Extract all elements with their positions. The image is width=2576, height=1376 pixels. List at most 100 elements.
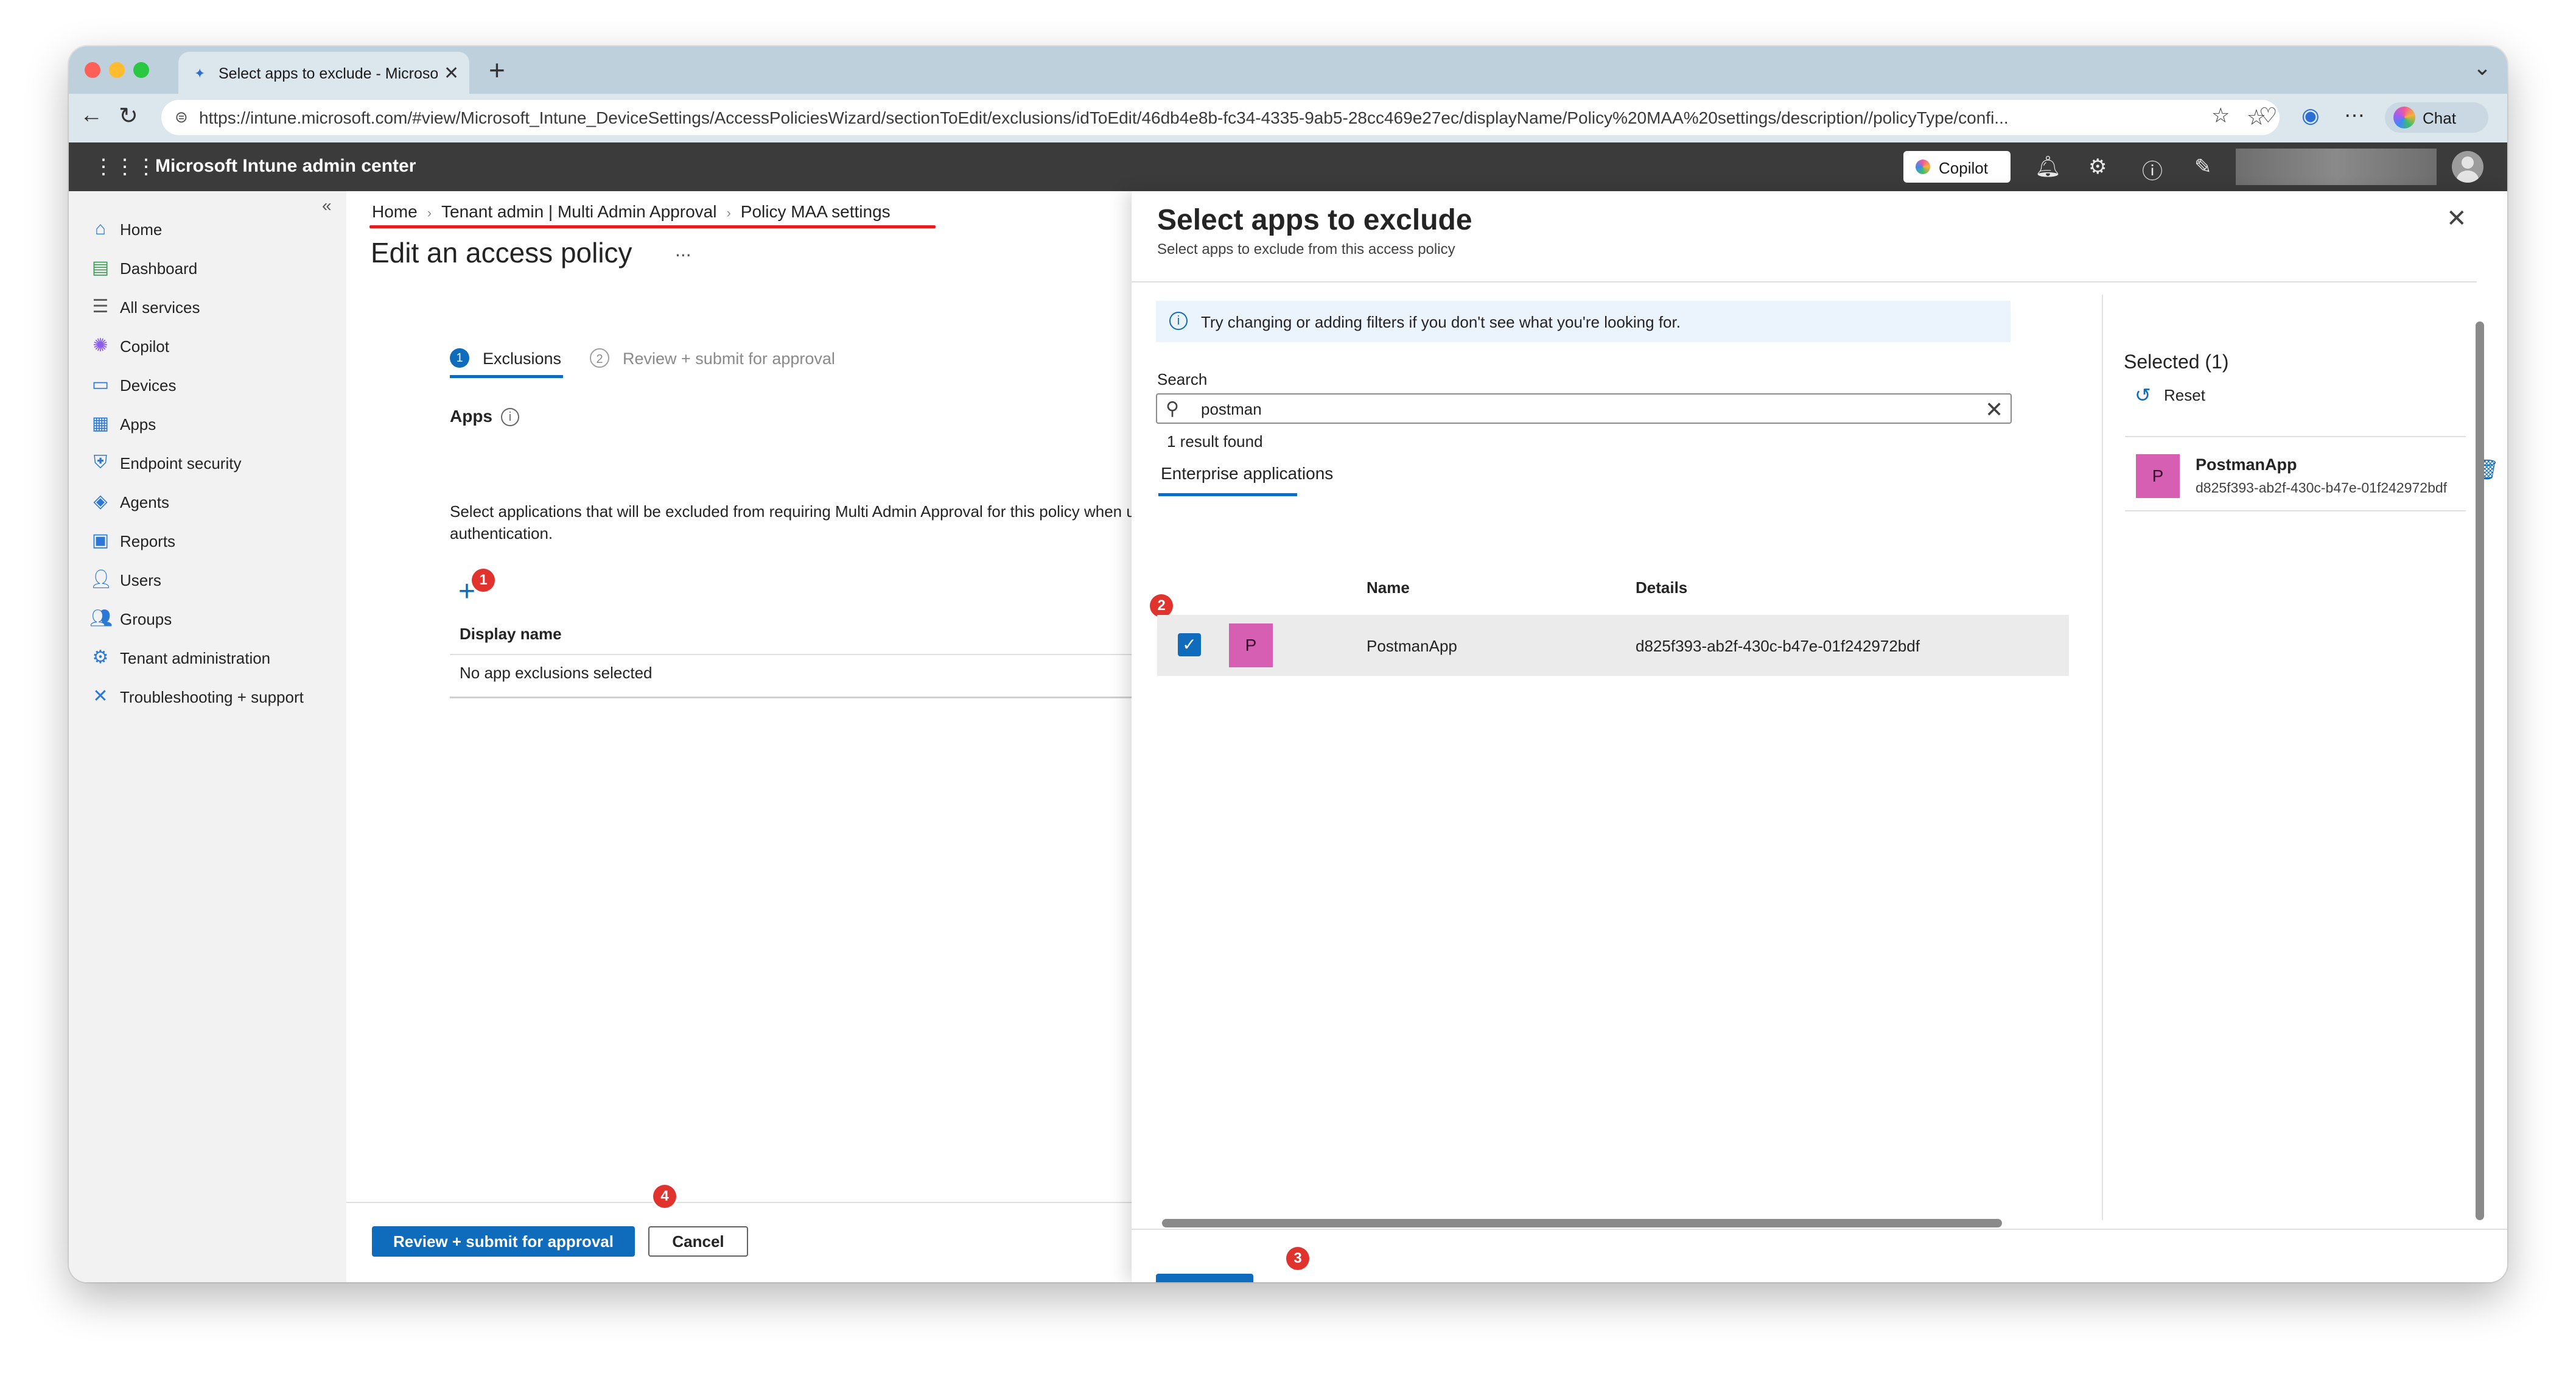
divider <box>450 654 1205 655</box>
feedback-icon[interactable]: ✎ <box>2194 155 2212 179</box>
info-icon[interactable]: i <box>501 408 519 426</box>
groups-icon: 👥︎ <box>89 608 113 628</box>
divider <box>1132 1229 2507 1230</box>
selected-app-name: PostmanApp <box>2196 455 2297 474</box>
sidebar-item-endpoint-security[interactable]: ⛨ Endpoint security <box>89 444 333 479</box>
main-content: Home › Tenant admin | Multi Admin Approval… <box>346 191 1205 1282</box>
review-submit-button[interactable]: Review + submit for approval <box>372 1226 635 1257</box>
apps-section-label: Apps <box>450 407 492 426</box>
vertical-scrollbar[interactable] <box>2476 321 2484 1220</box>
search-input[interactable] <box>1201 399 1931 419</box>
avatar[interactable] <box>2452 151 2483 183</box>
notifications-bell-icon[interactable]: 🔔︎ <box>2035 155 2061 179</box>
column-header-details[interactable]: Details <box>1636 578 1687 597</box>
site-info-icon[interactable]: ⊜ <box>175 108 193 126</box>
breadcrumb-policy[interactable]: Policy MAA settings <box>741 202 891 222</box>
column-header-display-name[interactable]: Display name <box>460 625 562 644</box>
browser-essentials-icon[interactable]: ♡ <box>2259 104 2277 128</box>
tab-enterprise-applications[interactable]: Enterprise applications <box>1161 464 1333 483</box>
close-window-button[interactable] <box>85 62 100 78</box>
apps-grid-icon: ▦ <box>91 413 110 434</box>
column-header-name[interactable]: Name <box>1367 578 1410 597</box>
divider <box>450 697 1205 698</box>
sidebar-item-label: Apps <box>120 415 156 434</box>
close-tab-icon[interactable]: ✕ <box>444 63 459 84</box>
select-button[interactable]: Select <box>1156 1274 1253 1282</box>
address-field[interactable]: ⊜ https://intune.microsoft.com/#view/Mic… <box>161 100 2280 135</box>
sidebar-item-label: Endpoint security <box>120 454 242 472</box>
tab-list-chevron-icon[interactable]: ⌄ <box>2473 55 2491 80</box>
sidebar-item-home[interactable]: ⌂ Home <box>89 211 333 245</box>
sidebar-item-label: Troubleshooting + support <box>120 688 304 706</box>
reset-button[interactable]: ↺ Reset <box>2135 384 2220 408</box>
step-marker-3: 3 <box>1286 1247 1309 1270</box>
tab-exclusions[interactable]: 1 Exclusions <box>450 342 584 378</box>
app-name: PostmanApp <box>1367 637 1457 655</box>
breadcrumb: Home › Tenant admin | Multi Admin Approval… <box>372 202 891 222</box>
breadcrumb-highlight-underline <box>369 225 936 228</box>
sidebar-item-all-services[interactable]: ☰ All services <box>89 289 333 323</box>
row-checkbox[interactable]: ✓ <box>1178 633 1201 656</box>
sidebar-item-dashboard[interactable]: ▤ Dashboard <box>89 250 333 284</box>
sidebar-item-label: Tenant administration <box>120 649 271 667</box>
tab-bar: ✦ Select apps to exclude - Microsoft Int… <box>69 46 2507 94</box>
account-info-redacted[interactable] <box>2236 149 2437 185</box>
extension-icon[interactable]: ◉ <box>2301 104 2320 128</box>
search-box[interactable]: ⚲ ✕ <box>1156 393 2012 424</box>
table-row[interactable]: ✓ P PostmanApp d825f393-ab2f-430c-b47e-0… <box>1157 615 2069 676</box>
sidebar-item-users[interactable]: 👤︎ Users <box>89 561 333 595</box>
sidebar-item-apps[interactable]: ▦ Apps <box>89 405 333 440</box>
sidebar-item-label: Home <box>120 220 163 239</box>
clear-search-icon[interactable]: ✕ <box>1985 397 2003 423</box>
breadcrumb-multi-admin-approval[interactable]: Tenant admin | Multi Admin Approval <box>441 202 716 222</box>
more-options-icon[interactable]: ⋯ <box>2344 104 2365 128</box>
new-tab-icon[interactable]: + <box>489 54 505 86</box>
minimize-window-button[interactable] <box>109 62 125 78</box>
sidebar-item-groups[interactable]: 👥︎ Groups <box>89 600 333 634</box>
copilot-label: Copilot <box>1939 159 1988 177</box>
sidebar-item-agents[interactable]: ◈ Agents <box>89 483 333 518</box>
chat-button[interactable]: Chat <box>2385 102 2488 133</box>
app-launcher-icon[interactable]: ⋮⋮⋮ <box>93 155 157 179</box>
devices-icon: ▭ <box>91 374 110 395</box>
portal-title[interactable]: Microsoft Intune admin center <box>155 156 416 177</box>
user-icon: 👤︎ <box>89 569 113 589</box>
sidebar-item-troubleshooting[interactable]: ✕ Troubleshooting + support <box>89 678 333 712</box>
browser-tab[interactable]: ✦ Select apps to exclude - Microsoft Int… <box>178 52 469 94</box>
horizontal-scrollbar[interactable] <box>1162 1219 2002 1227</box>
empty-state-row: No app exclusions selected <box>460 664 653 682</box>
sidebar-item-devices[interactable]: ▭ Devices <box>89 367 333 401</box>
app-avatar: P <box>1229 623 1273 667</box>
home-icon: ⌂ <box>94 219 107 239</box>
browser-window: ✦ Select apps to exclude - Microsoft Int… <box>69 46 2507 1282</box>
sidebar-item-label: Agents <box>120 493 169 511</box>
copilot-button[interactable]: Copilot <box>1903 151 2011 183</box>
tab-review-submit[interactable]: 2 Review + submit for approval <box>590 342 870 376</box>
breadcrumb-home[interactable]: Home <box>372 202 418 222</box>
step-label: Exclusions <box>483 349 562 368</box>
info-banner: i Try changing or adding filters if you … <box>1156 301 2011 342</box>
copilot-icon: ✺ <box>93 335 108 356</box>
refresh-icon[interactable]: ↻ <box>119 102 138 130</box>
close-panel-icon[interactable]: ✕ <box>2446 205 2467 233</box>
divider <box>2125 436 2466 437</box>
maximize-window-button[interactable] <box>133 62 149 78</box>
panel-title: Select apps to exclude <box>1157 204 1472 236</box>
settings-gear-icon[interactable]: ⚙ <box>2088 155 2107 179</box>
back-icon[interactable]: ← <box>80 102 103 128</box>
divider <box>2125 510 2466 511</box>
cancel-button[interactable]: Cancel <box>648 1226 748 1257</box>
more-actions-icon[interactable]: ... <box>675 239 691 261</box>
selected-item: P PostmanApp d825f393-ab2f-430c-b47e-01f… <box>2136 449 2499 516</box>
list-icon: ☰ <box>92 297 109 317</box>
sidebar-item-copilot[interactable]: ✺ Copilot <box>89 328 333 362</box>
sidebar-item-reports[interactable]: ▣ Reports <box>89 522 333 556</box>
info-icon: i <box>1169 312 1188 330</box>
active-tab-underline <box>450 375 563 378</box>
help-icon[interactable]: ⓘ <box>2142 155 2163 184</box>
divider <box>1132 281 2477 283</box>
tenant-admin-icon: ⚙ <box>92 647 109 667</box>
sidebar-item-tenant-administration[interactable]: ⚙ Tenant administration <box>89 639 333 673</box>
favorites-icon[interactable]: ☆ <box>2211 104 2230 128</box>
url-text: https://intune.microsoft.com/#view/Micro… <box>199 108 2009 127</box>
